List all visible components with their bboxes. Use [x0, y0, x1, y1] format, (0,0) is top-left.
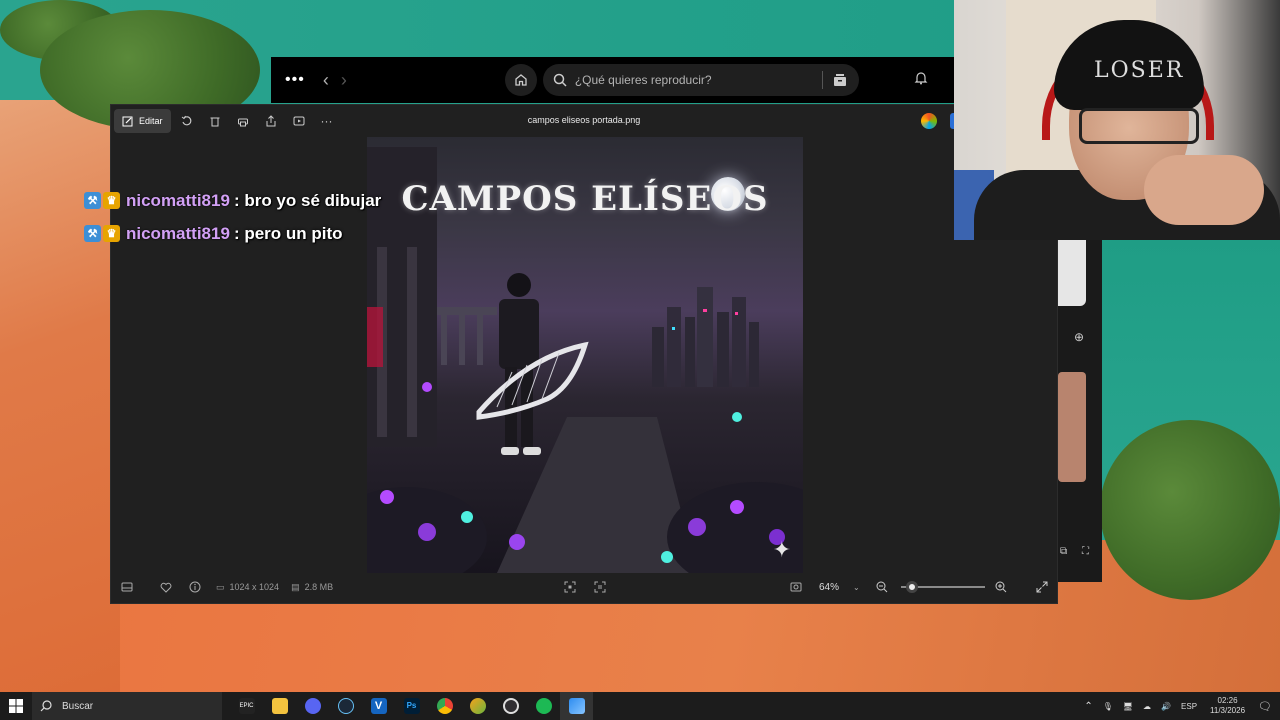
pip-icon[interactable]: ⧉: [1060, 546, 1067, 557]
taskbar-search[interactable]: Buscar: [32, 692, 222, 720]
desktop-wallpaper-trees-right: [1100, 420, 1280, 600]
epic-games-icon[interactable]: EPIC: [230, 692, 263, 720]
photoshop-icon[interactable]: Ps: [395, 692, 428, 720]
add-icon[interactable]: ⊕: [1074, 330, 1084, 344]
screenshot-icon[interactable]: [785, 576, 807, 598]
favorite-heart-icon[interactable]: [155, 576, 177, 598]
zoom-slider-thumb[interactable]: [906, 581, 918, 593]
clock-date: 11/3/2026: [1210, 706, 1246, 715]
print-icon[interactable]: [229, 109, 257, 133]
start-button[interactable]: [0, 692, 32, 720]
filmstrip-icon[interactable]: [116, 576, 138, 598]
fit-to-window-icon[interactable]: [559, 576, 581, 598]
photos-app-window: Editar ··· campos eliseos portada.png CA…: [110, 104, 1058, 604]
fl-studio-icon[interactable]: [461, 692, 494, 720]
webcam-person-hand: [1144, 155, 1264, 225]
tray-chevron-up-icon[interactable]: ⌃: [1084, 701, 1092, 712]
browse-icon[interactable]: [833, 73, 847, 87]
spotify-top-bar: ••• ‹ › ¿Qué quieres reproducir?: [271, 57, 954, 103]
bell-icon[interactable]: [914, 71, 928, 85]
system-tray: ⌃ 🎙 🖥 ☁ 🔊 ESP 02:26 11/3/2026 🗨: [1079, 692, 1280, 720]
rotate-icon[interactable]: [173, 109, 201, 133]
crown-badge-icon: ♛: [103, 225, 120, 242]
info-icon[interactable]: [184, 576, 206, 598]
volume-icon[interactable]: 🔊: [1161, 702, 1171, 711]
edit-label: Editar: [139, 116, 163, 126]
language-indicator[interactable]: ESP: [1181, 702, 1197, 711]
search-input[interactable]: ¿Qué quieres reproducir?: [575, 73, 822, 87]
divider: [821, 71, 823, 89]
thumbnail: [1058, 372, 1086, 482]
album-cover-image: CAMPOS ELÍSEOS ✦: [367, 137, 803, 573]
glasses-graphic: [1079, 108, 1199, 144]
dimensions-icon: ▭: [216, 581, 225, 592]
network-icon[interactable]: 🖥: [1123, 702, 1133, 711]
spotify-icon[interactable]: [527, 692, 560, 720]
background-window-partial: ⊕ ⧉ ⛶: [1058, 240, 1102, 582]
discord-icon[interactable]: [296, 692, 329, 720]
fullscreen-icon[interactable]: [1031, 576, 1053, 598]
windows-taskbar: Buscar EPIC V Ps ⌃ 🎙 🖥 ☁ 🔊 ESP 02:26 11/…: [0, 692, 1280, 720]
home-button[interactable]: [504, 64, 537, 96]
copilot-icon[interactable]: [921, 113, 937, 129]
file-explorer-icon[interactable]: [263, 692, 296, 720]
file-size: 2.8 MB: [304, 582, 334, 592]
forward-arrow-icon[interactable]: ›: [341, 70, 347, 91]
zoom-in-icon[interactable]: [990, 576, 1012, 598]
clock[interactable]: 02:26 11/3/2026: [1210, 696, 1245, 716]
file-size-icon: ▤: [291, 581, 300, 592]
photos-status-bar: ▭ 1024 x 1024 ▤ 2.8 MB 64% ⌄: [111, 571, 1057, 603]
photos-icon[interactable]: [560, 692, 593, 720]
delete-icon[interactable]: [201, 109, 229, 133]
webcam-overlay: LOSER: [954, 0, 1280, 240]
stream-chat-overlay: ⚒ ♛ nicomatti819 : bro yo sé dibujar ⚒ ♛…: [84, 184, 381, 250]
actual-size-icon[interactable]: [589, 576, 611, 598]
chevron-down-icon: ⌄: [853, 582, 860, 592]
photos-toolbar: Editar ··· campos eliseos portada.png: [111, 105, 1057, 137]
obs-icon[interactable]: [494, 692, 527, 720]
expand-icon[interactable]: ⛶: [1082, 546, 1089, 557]
slideshow-icon[interactable]: [285, 109, 313, 133]
chrome-icon[interactable]: [428, 692, 461, 720]
clock-time: 02:26: [1217, 696, 1238, 705]
zoom-dropdown[interactable]: 64% ⌄: [811, 576, 867, 598]
back-arrow-icon[interactable]: ‹: [323, 70, 329, 91]
zoom-level: 64%: [819, 581, 840, 593]
more-options-icon[interactable]: ···: [313, 109, 341, 133]
search-bar[interactable]: ¿Qué quieres reproducir?: [542, 64, 859, 96]
home-icon: [515, 74, 527, 86]
v-app-icon[interactable]: V: [362, 692, 395, 720]
zoom-out-icon[interactable]: [871, 576, 893, 598]
more-menu-icon[interactable]: •••: [285, 71, 305, 89]
crown-badge-icon: ♛: [103, 192, 120, 209]
sparkle-icon: ✦: [772, 537, 791, 562]
steam-icon[interactable]: [329, 692, 362, 720]
windows-logo-icon: [9, 699, 23, 713]
microphone-icon[interactable]: 🎙: [1103, 702, 1113, 711]
share-icon[interactable]: [257, 109, 285, 133]
hammer-badge-icon: ⚒: [84, 225, 101, 242]
chat-message: ⚒ ♛ nicomatti819 : bro yo sé dibujar: [84, 184, 381, 217]
image-dimensions: 1024 x 1024: [229, 582, 280, 592]
chat-text: : pero un pito: [233, 223, 343, 243]
chat-text: : bro yo sé dibujar: [233, 190, 382, 210]
taskbar-search-label: Buscar: [62, 700, 94, 712]
edit-button[interactable]: Editar: [114, 109, 171, 133]
edit-icon: [122, 116, 133, 126]
cloud-icon[interactable]: ☁: [1143, 702, 1151, 711]
hammer-badge-icon: ⚒: [84, 192, 101, 209]
search-icon: [553, 73, 567, 87]
beanie-text: LOSER: [1094, 58, 1185, 83]
cover-title-text: CAMPOS ELÍSEOS: [401, 179, 769, 219]
search-icon: [40, 700, 52, 712]
thumbnail: [1058, 240, 1086, 306]
chat-message: ⚒ ♛ nicomatti819 : pero un pito: [84, 217, 381, 250]
chat-username: nicomatti819: [126, 190, 230, 210]
chat-username: nicomatti819: [126, 223, 230, 243]
notifications-icon[interactable]: 🗨: [1258, 700, 1272, 713]
taskbar-apps: EPIC V Ps: [230, 692, 593, 720]
